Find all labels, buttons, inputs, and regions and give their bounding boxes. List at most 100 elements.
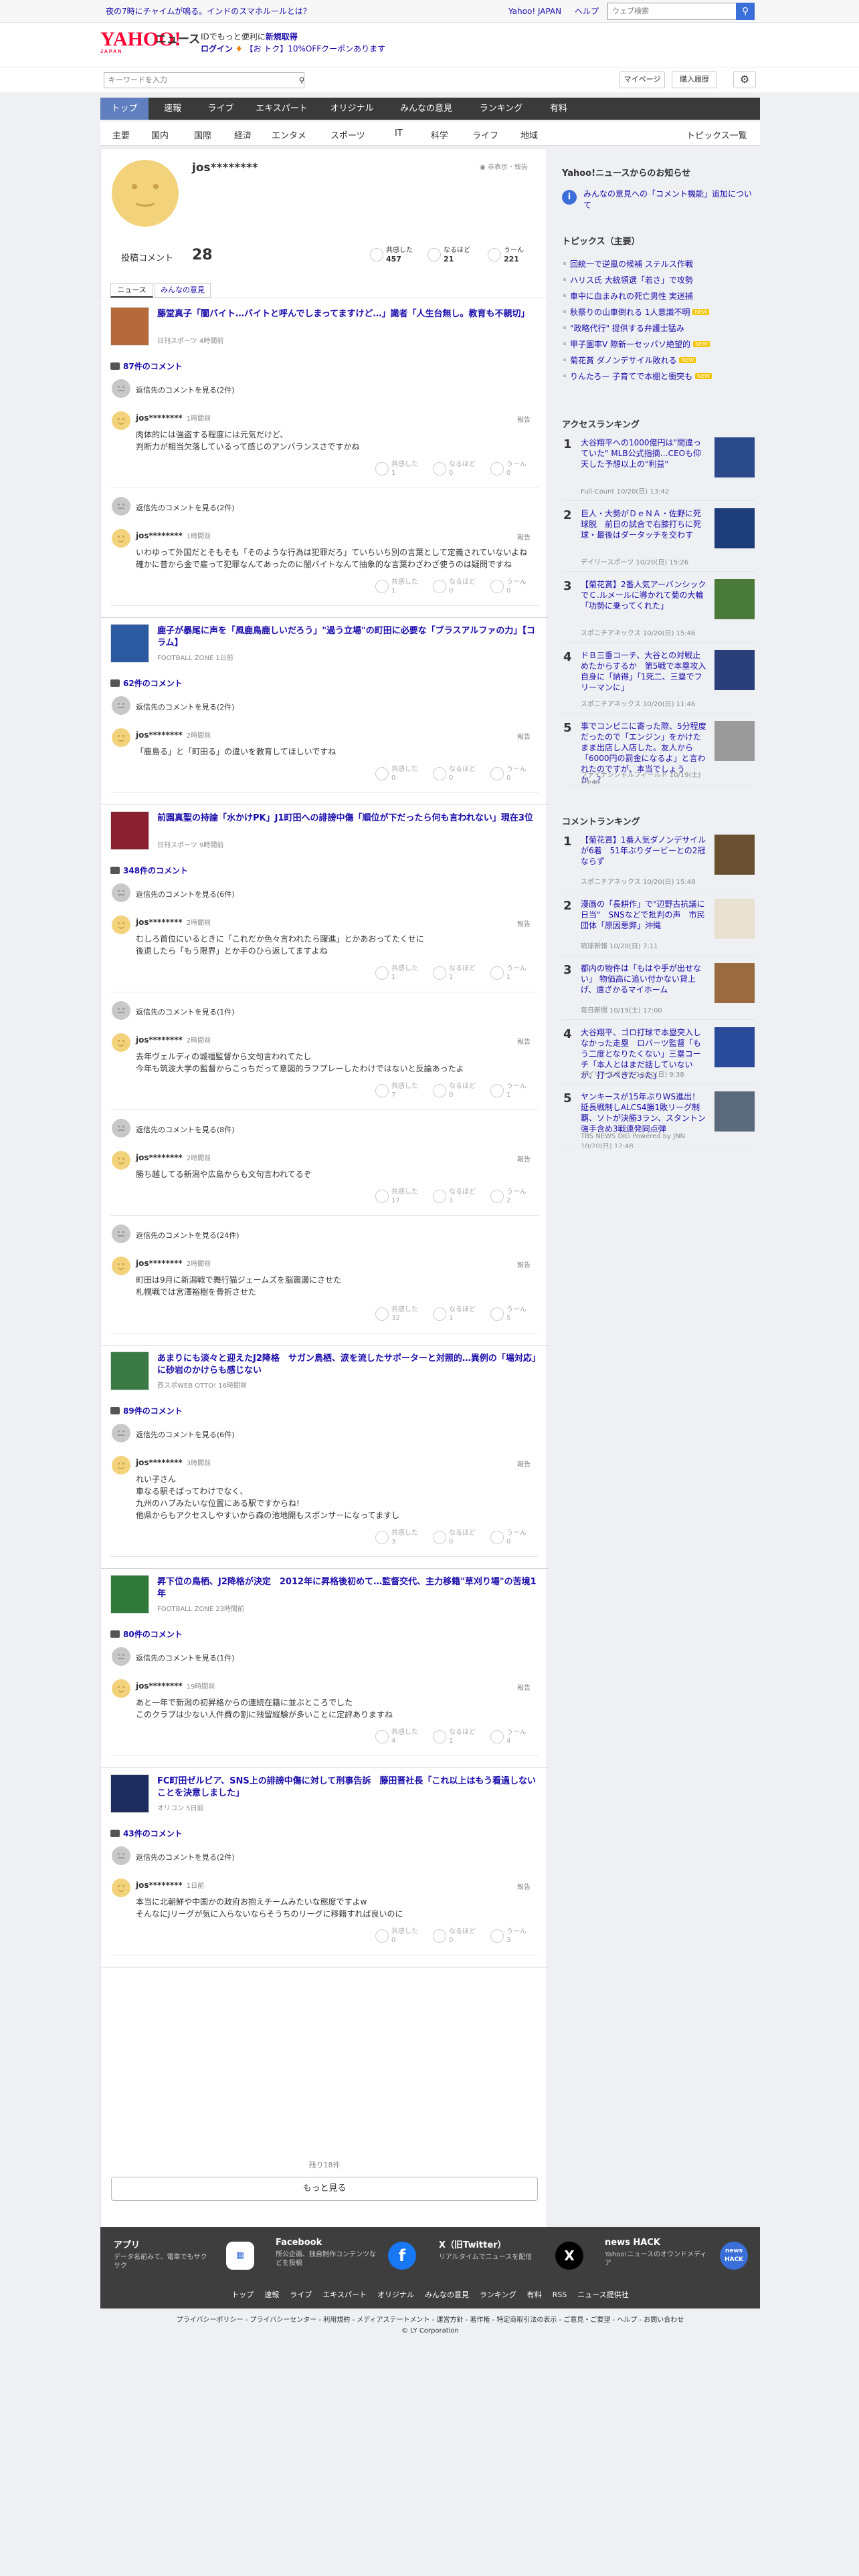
article-title[interactable]: あまりにも淡々と迎えたJ2降格 サガン鳥栖、涙を流したサポーターと対照的…異例の… — [157, 1353, 539, 1377]
rank-thumbnail[interactable] — [714, 579, 755, 619]
topic-item[interactable]: ハリス氏 大統領選「若さ」で攻勢 — [563, 274, 693, 286]
comment-username[interactable]: jos******** 1日前 — [136, 1880, 204, 1890]
subnav-life[interactable]: ライフ — [472, 128, 498, 141]
rank-title[interactable]: 【菊花賞】1番人気ダノンデサイルが6着 51年ぶりダービーとの2冠ならず — [581, 835, 708, 867]
purchase-history-button[interactable]: 購入履歴 — [672, 71, 717, 88]
footer-link[interactable]: ライブ — [290, 2282, 312, 2309]
rank-title[interactable]: 都内の物件は「もはや手が出せない」 物価高に追い付かない貸上げ、遠ざかるマイホー… — [581, 963, 708, 995]
keyword-search-input[interactable] — [104, 72, 304, 88]
comment-username[interactable]: jos******** 2時間前 — [136, 1152, 211, 1162]
topic-item[interactable]: 菊花賞 ダノンデサイル敗れる NEW — [563, 354, 696, 366]
app-icon[interactable]: ▦ — [226, 2242, 254, 2270]
rank-thumbnail[interactable] — [714, 835, 755, 875]
subnav-region[interactable]: 地域 — [520, 128, 538, 141]
footer-link[interactable]: エキスパート — [322, 2282, 367, 2309]
article-title[interactable]: 藤堂真子「闇バイト…バイトと呼んでしまってますけど…」識者「人生台無し。教育も不… — [157, 308, 539, 320]
comment-username[interactable]: jos******** 19時間前 — [136, 1681, 215, 1691]
footer-link[interactable]: ニュース提供社 — [577, 2282, 628, 2309]
topic-item[interactable]: りんたろー 子育てで本棚と衝突も NEW — [563, 370, 712, 382]
subnav-entertainment[interactable]: エンタメ — [272, 128, 306, 141]
login-link[interactable]: ログイン — [201, 44, 233, 53]
rank-thumbnail[interactable] — [714, 963, 755, 1003]
report-link[interactable]: 報告 — [517, 1036, 531, 1046]
comment-username[interactable]: jos******** 1時間前 — [136, 530, 211, 540]
newshack-icon[interactable]: news HACK — [720, 2242, 748, 2270]
legal-links[interactable]: プライバシーポリシー - プライバシーセンター - 利用規約 - メディアステー… — [100, 2315, 760, 2326]
comment-count-link[interactable]: 80件のコメント — [110, 1628, 183, 1640]
comment-username[interactable]: jos******** 2時間前 — [136, 917, 211, 927]
tab-news[interactable]: ニュース — [110, 283, 153, 298]
report-link[interactable]: 報告 — [517, 414, 531, 424]
report-link[interactable]: 報告 — [517, 1259, 531, 1269]
rank-thumbnail[interactable] — [714, 650, 755, 690]
rank-thumbnail[interactable] — [714, 1091, 755, 1132]
nav-opinions[interactable]: みんなの意見 — [385, 98, 467, 120]
comment-username[interactable]: jos******** 2時間前 — [136, 1035, 211, 1045]
site-name[interactable]: ニュース — [155, 29, 200, 46]
yahoo-logo[interactable]: YAHOO! JAPAN — [100, 29, 181, 55]
tab-opinions[interactable]: みんなの意見 — [155, 283, 211, 298]
rank-title[interactable]: 【菊花賞】2番人気アーバンシックでＣ.ルメールに導かれて菊の大輪「功勢に乗ってく… — [581, 579, 708, 611]
report-link[interactable]: 報告 — [517, 1154, 531, 1164]
rank-thumbnail[interactable] — [714, 437, 755, 477]
nav-original[interactable]: オリジナル — [318, 98, 385, 120]
article-thumbnail[interactable] — [110, 307, 149, 346]
comment-count-link[interactable]: 87件のコメント — [110, 360, 183, 372]
view-parent-comment-link[interactable]: 返信先のコメントを見る(2件) — [136, 1852, 235, 1862]
footer-facebook[interactable]: Facebook 所公企画、独自制作コンテンツなどを投稿 — [276, 2238, 376, 2268]
topic-item[interactable]: 甲子園率V 際新一セッパソ絶望的 NEW — [563, 338, 710, 350]
view-parent-comment-link[interactable]: 返信先のコメントを見る(2件) — [136, 385, 235, 395]
nav-top[interactable]: トップ — [100, 98, 149, 120]
nav-paid[interactable]: 有料 — [535, 98, 582, 120]
report-link[interactable]: 報告 — [517, 1459, 531, 1469]
comment-count-link[interactable]: 89件のコメント — [110, 1405, 183, 1416]
coupon-link[interactable]: 【お トク】10%OFFクーポンあります — [245, 44, 385, 53]
subnav-international[interactable]: 国際 — [194, 128, 211, 141]
report-link[interactable]: 報告 — [517, 532, 531, 542]
rank-title[interactable]: 漫画の「長耕作」で"辺野古抗議に日当" SNSなどで批判の声 市民団体「原因悪弊… — [581, 899, 708, 931]
keyword-search-button[interactable]: ⚲ — [294, 72, 309, 88]
article-thumbnail[interactable] — [110, 1352, 149, 1390]
rank-title[interactable]: ドＢ三垂コーチ、大谷との対戦止めたからするか 第5戦で本塁攻入自身に「納得」「1… — [581, 650, 708, 693]
comment-count-link[interactable]: 62件のコメント — [110, 677, 183, 689]
topic-item[interactable]: 秋祭りの山車倒れる 1人意識不明 NEW — [563, 306, 710, 318]
rank-thumbnail[interactable] — [714, 721, 755, 761]
comment-username[interactable]: jos******** 2時間前 — [136, 730, 211, 740]
facebook-icon[interactable]: f — [388, 2242, 416, 2270]
web-search-button[interactable]: ⚲ — [736, 3, 755, 20]
footer-link[interactable]: 有料 — [527, 2282, 542, 2309]
article-thumbnail[interactable] — [110, 1575, 149, 1614]
view-parent-comment-link[interactable]: 返信先のコメントを見る(1件) — [136, 1652, 235, 1663]
hide-report-link[interactable]: ◉ 非表示・報告 — [480, 161, 528, 171]
topics-list-link[interactable]: トピックス一覧 — [686, 128, 747, 141]
subnav-economy[interactable]: 経済 — [234, 128, 252, 141]
topic-item[interactable]: 回統一で逆風の候補 ステルス作戦 — [563, 258, 693, 270]
report-link[interactable]: 報告 — [517, 1682, 531, 1692]
footer-x[interactable]: X（旧Twitter） リアルタイムでニュースを配信 — [439, 2238, 539, 2262]
yahoo-japan-link[interactable]: Yahoo! JAPAN — [508, 7, 561, 16]
topic-item[interactable]: "政略代行" 提供する弁護士猛み — [563, 322, 684, 334]
view-parent-comment-link[interactable]: 返信先のコメントを見る(8件) — [136, 1124, 235, 1135]
footer-link[interactable]: RSS — [553, 2282, 567, 2309]
rank-title[interactable]: ヤンキースが15年ぶりWS進出！延長戦制しALCS4勝1敗リーグ制覇、ソトが決勝… — [581, 1091, 708, 1134]
comment-count-link[interactable]: 348件のコメント — [110, 865, 188, 876]
web-search-input[interactable] — [607, 3, 755, 20]
notice-link[interactable]: みんなの意見への「コメント機能」追加について — [583, 189, 757, 211]
load-more-button[interactable]: もっと見る — [111, 2177, 538, 2201]
view-parent-comment-link[interactable]: 返信先のコメントを見る(6件) — [136, 889, 235, 899]
footer-link[interactable]: ランキング — [480, 2282, 516, 2309]
article-title[interactable]: 鹿子が暴尾に声を「風鹿鳥鹿しいだろう」"過う立場"の町田に必要な「ブラスアルファ… — [157, 625, 539, 649]
topic-item[interactable]: 車中に血まみれの死亡男性 実迷捕 — [563, 290, 693, 302]
report-link[interactable]: 報告 — [517, 731, 531, 741]
footer-app[interactable]: アプリ データ名前みて、電車でもサクサク — [114, 2238, 207, 2270]
footer-link[interactable]: 速報 — [264, 2282, 279, 2309]
subnav-sports[interactable]: スポーツ — [330, 128, 365, 141]
subnav-main[interactable]: 主要 — [112, 128, 130, 141]
view-parent-comment-link[interactable]: 返信先のコメントを見る(2件) — [136, 702, 235, 712]
article-title[interactable]: 前園真聖の持論「水かけPK」J1町田への誹謗中傷「順位が下だったら何も言われない… — [157, 813, 539, 825]
footer-newshack[interactable]: news HACK Yahoo!ニュースのオウンドメディア — [605, 2238, 712, 2268]
article-thumbnail[interactable] — [110, 624, 149, 663]
x-icon[interactable]: X — [555, 2242, 583, 2270]
report-link[interactable]: 報告 — [517, 1881, 531, 1891]
footer-link[interactable]: トップ — [231, 2282, 254, 2309]
